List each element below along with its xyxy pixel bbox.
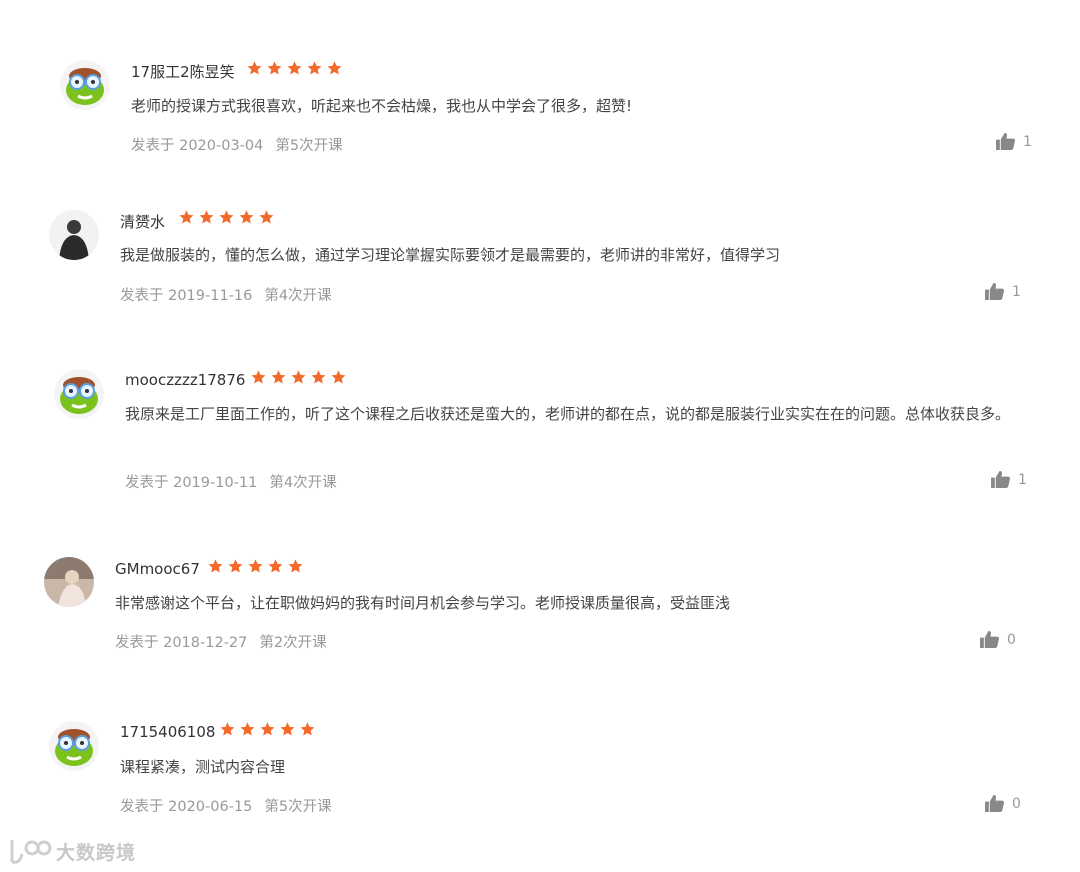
green-cartoon-avatar-icon xyxy=(60,60,110,110)
star-icon xyxy=(327,61,342,75)
user-avatar[interactable] xyxy=(54,369,104,419)
like-button[interactable]: 0 xyxy=(985,795,1021,812)
review-date: 发表于 2019-11-16 xyxy=(120,288,253,304)
star-icon xyxy=(228,559,243,573)
thumbs-up-icon xyxy=(996,133,1015,150)
review-meta: 发表于 2020-03-04 第5次开课 xyxy=(131,134,343,155)
watermark: 大数跨境 xyxy=(8,836,136,866)
review-content: 课程紧凑，测试内容合理 xyxy=(120,758,286,776)
user-avatar[interactable] xyxy=(49,210,99,260)
photo-avatar-icon xyxy=(44,557,94,607)
star-icon xyxy=(267,61,282,75)
review-session: 第4次开课 xyxy=(269,475,337,491)
star-icon xyxy=(288,559,303,573)
star-icon xyxy=(220,722,235,736)
review-meta: 发表于 2019-10-11 第4次开课 xyxy=(125,471,337,492)
person-photo-avatar-icon xyxy=(49,210,99,260)
like-count: 0 xyxy=(1012,795,1021,812)
user-avatar[interactable] xyxy=(49,721,99,771)
star-icon xyxy=(331,370,346,384)
like-count: 1 xyxy=(1023,133,1032,150)
user-avatar[interactable] xyxy=(60,60,110,110)
rating-stars xyxy=(207,558,304,575)
user-avatar[interactable] xyxy=(44,557,94,607)
user-name[interactable]: 1715406108 xyxy=(120,723,215,741)
review-date: 发表于 2019-10-11 xyxy=(125,475,258,491)
rating-stars xyxy=(250,369,347,386)
star-icon xyxy=(219,210,234,224)
review-session: 第5次开课 xyxy=(264,799,332,815)
star-icon xyxy=(291,370,306,384)
watermark-text: 大数跨境 xyxy=(56,841,137,864)
rating-stars xyxy=(178,209,275,226)
star-icon xyxy=(247,61,262,75)
review-meta: 发表于 2020-06-15 第5次开课 xyxy=(120,795,332,816)
star-icon xyxy=(208,559,223,573)
like-count: 1 xyxy=(1018,471,1027,488)
star-icon xyxy=(287,61,302,75)
star-icon xyxy=(199,210,214,224)
review-date: 发表于 2018-12-27 xyxy=(115,635,248,651)
like-count: 1 xyxy=(1012,283,1021,300)
review-session: 第5次开课 xyxy=(275,138,343,154)
rating-stars xyxy=(219,721,316,738)
star-icon xyxy=(179,210,194,224)
like-button[interactable]: 1 xyxy=(991,471,1027,488)
watermark-logo-icon xyxy=(10,840,52,864)
star-icon xyxy=(260,722,275,736)
review-date: 发表于 2020-03-04 xyxy=(131,138,264,154)
star-icon xyxy=(259,210,274,224)
review-content: 老师的授课方式我很喜欢，听起来也不会枯燥，我也从中学会了很多，超赞! xyxy=(131,97,633,115)
review-content: 我是做服装的，懂的怎么做，通过学习理论掌握实际要领才是最需要的，老师讲的非常好，… xyxy=(120,246,781,264)
thumbs-up-icon xyxy=(991,471,1010,488)
star-icon xyxy=(251,370,266,384)
thumbs-up-icon xyxy=(980,631,999,648)
star-icon xyxy=(307,61,322,75)
user-name[interactable]: 清赟水 xyxy=(120,211,165,232)
like-count: 0 xyxy=(1007,631,1016,648)
review-content: 非常感谢这个平台，让在职做妈妈的我有时间月机会参与学习。老师授课质量很高，受益匪… xyxy=(115,594,731,612)
review-meta: 发表于 2018-12-27 第2次开课 xyxy=(115,631,327,652)
user-name[interactable]: mooczzzz17876 xyxy=(125,371,245,389)
review-meta: 发表于 2019-11-16 第4次开课 xyxy=(120,284,332,305)
thumbs-up-icon xyxy=(985,795,1004,812)
user-name[interactable]: 17服工2陈昱笑 xyxy=(131,61,235,82)
star-icon xyxy=(271,370,286,384)
star-icon xyxy=(300,722,315,736)
like-button[interactable]: 0 xyxy=(980,631,1016,648)
star-icon xyxy=(239,210,254,224)
star-icon xyxy=(280,722,295,736)
review-session: 第2次开课 xyxy=(259,635,327,651)
green-cartoon-avatar-icon xyxy=(49,721,99,771)
like-button[interactable]: 1 xyxy=(985,283,1021,300)
review-session: 第4次开课 xyxy=(264,288,332,304)
review-content: 我原来是工厂里面工作的，听了这个课程之后收获还是蛮大的，老师讲的都在点，说的都是… xyxy=(125,405,1011,423)
user-name[interactable]: GMmooc67 xyxy=(115,560,200,578)
star-icon xyxy=(240,722,255,736)
star-icon xyxy=(268,559,283,573)
thumbs-up-icon xyxy=(985,283,1004,300)
rating-stars xyxy=(246,60,343,77)
star-icon xyxy=(248,559,263,573)
star-icon xyxy=(311,370,326,384)
review-date: 发表于 2020-06-15 xyxy=(120,799,253,815)
green-cartoon-avatar-icon xyxy=(54,369,104,419)
like-button[interactable]: 1 xyxy=(996,133,1032,150)
